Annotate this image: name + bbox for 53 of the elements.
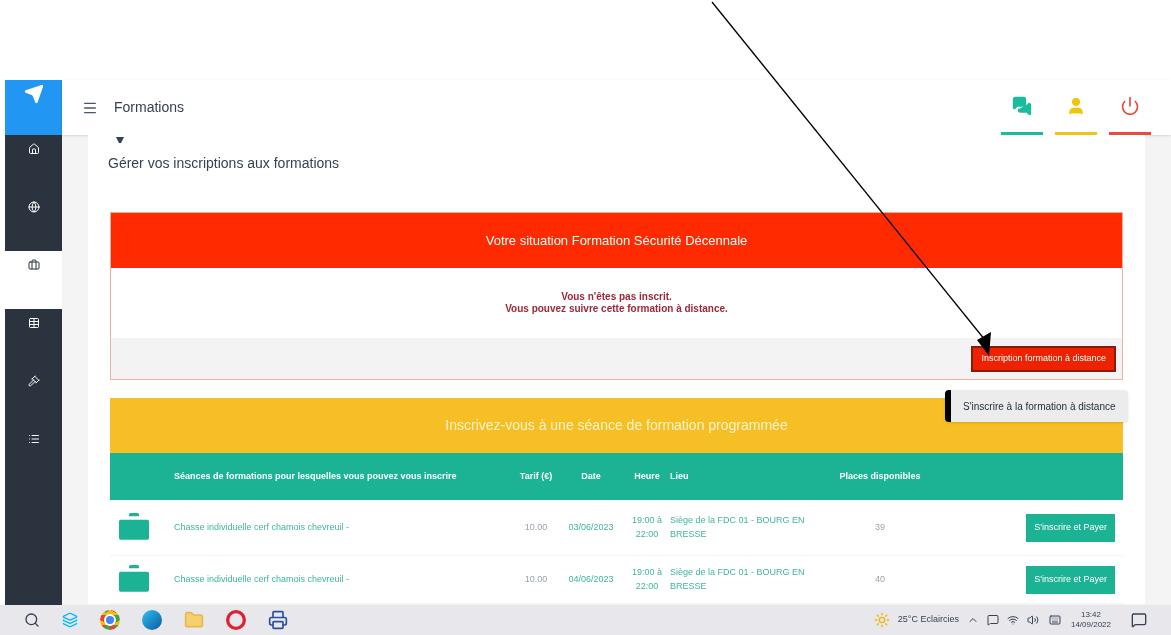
table-cell-text: 19:00 à 22:00 xyxy=(631,514,663,541)
column-header: Date xyxy=(580,469,602,483)
page-subtitle: Gérer vos inscriptions aux formations xyxy=(108,154,341,173)
cut-marker-icon xyxy=(116,137,124,145)
register-pay-button[interactable]: S'inscrire et Payer xyxy=(1026,565,1115,594)
gavel-icon xyxy=(27,375,40,387)
user-icon xyxy=(1066,96,1086,116)
column-header: Lieu xyxy=(670,469,690,483)
briefcase-icon xyxy=(27,259,40,271)
list-icon xyxy=(27,433,40,445)
column-header: Heure xyxy=(633,469,661,483)
printer-icon[interactable] xyxy=(268,610,288,630)
table-cell-text: 04/06/2023 xyxy=(567,572,615,586)
paper-plane-icon xyxy=(23,84,44,104)
sidebar-item[interactable] xyxy=(5,251,62,309)
column-header: Séances de formations pour lesquelles vous pouvez vous inscrire xyxy=(174,469,458,483)
session-name[interactable]: Chasse individuelle cerf chamois chevreuil - xyxy=(174,520,514,535)
table-icon xyxy=(27,317,40,329)
table-cell-text: 10.00 xyxy=(523,520,549,534)
speaker-icon[interactable] xyxy=(1026,614,1039,626)
keyboard-icon[interactable] xyxy=(1046,614,1063,626)
status-message: Vous n'êtes pas inscrit. xyxy=(561,290,672,303)
table-cell-text: 19:00 à 22:00 xyxy=(631,566,663,593)
ring-icon[interactable] xyxy=(226,610,246,630)
browser-icon[interactable] xyxy=(142,610,162,630)
status-panel-title: Votre situation Formation Sécurité Décennale xyxy=(485,231,748,250)
table-cell-text: Siège de la FDC 01 - BOURG EN BRESSE xyxy=(670,566,806,593)
sessions-panel-title: Inscrivez-vous à une séance de formation programmée xyxy=(445,416,788,435)
table-cell-text: 40 xyxy=(874,572,886,586)
page-title: Formations xyxy=(114,98,185,117)
clock-time[interactable]: 13:42 xyxy=(1080,610,1101,620)
chat-icon xyxy=(1012,96,1032,116)
weather-text[interactable]: 25°C Eclaircies xyxy=(897,613,959,627)
notification-icon[interactable] xyxy=(1131,612,1147,628)
browser-icon[interactable] xyxy=(100,610,120,630)
clock-date[interactable]: 14/09/2022 xyxy=(1070,620,1111,630)
remote-training-button[interactable]: Inscription formation à distance xyxy=(971,345,1116,372)
status-message: Vous pouvez suivre cette formation à distance. xyxy=(505,303,728,316)
search-icon[interactable] xyxy=(24,612,40,628)
table-cell-text: Siège de la FDC 01 - BOURG EN BRESSE xyxy=(670,514,806,541)
chat-icon[interactable] xyxy=(986,614,999,626)
power-icon xyxy=(1120,96,1140,116)
home-icon xyxy=(27,143,40,155)
globe-icon xyxy=(27,201,40,213)
column-header: Places disponibles xyxy=(838,469,922,483)
column-header: Tarif (€) xyxy=(518,469,554,483)
session-name[interactable]: Chasse individuelle cerf chamois chevreuil - xyxy=(174,572,514,587)
register-pay-button[interactable]: S'inscrire et Payer xyxy=(1026,513,1115,542)
wifi-icon[interactable] xyxy=(1006,614,1019,626)
tooltip: S'inscrire à la formation à distance xyxy=(945,390,1128,422)
table-cell-text: 03/06/2023 xyxy=(567,520,615,534)
table-cell-text: 39 xyxy=(874,520,886,534)
table-cell-text: 10.00 xyxy=(523,572,549,586)
